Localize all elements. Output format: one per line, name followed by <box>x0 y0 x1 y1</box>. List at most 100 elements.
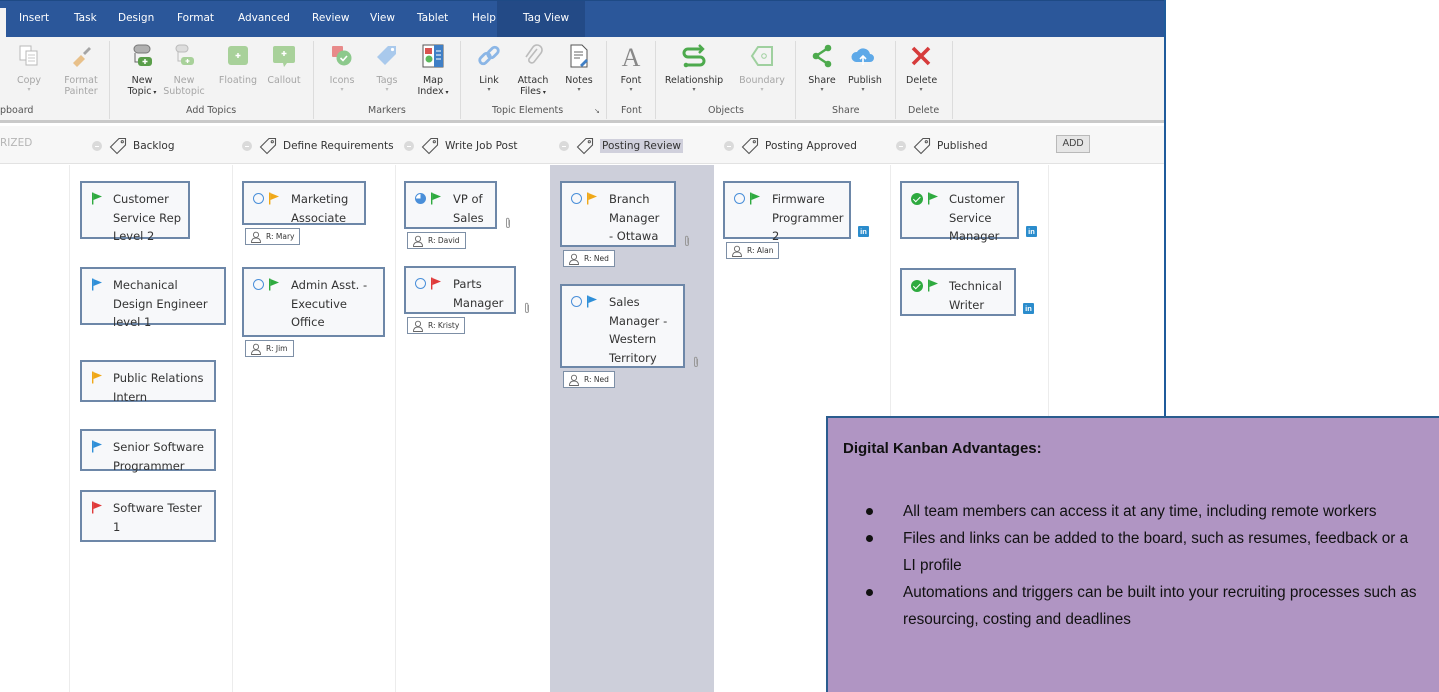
new-topic-icon <box>129 43 155 69</box>
tab-advanced[interactable]: Advanced <box>238 12 290 24</box>
card-markers <box>911 192 939 205</box>
kanban-card[interactable]: Marketing Associate <box>242 181 366 225</box>
group-label-clipboard: pboard <box>0 105 34 116</box>
kanban-card[interactable]: Public Relations Intern <box>80 360 216 404</box>
kanban-card[interactable]: Technical Writer <box>900 268 1016 316</box>
tab-format[interactable]: Format <box>177 12 214 24</box>
column-header-uncategorized[interactable]: RIZED <box>0 137 32 149</box>
card-markers <box>911 279 939 292</box>
collapse-icon[interactable] <box>724 141 734 151</box>
task-progress-empty-icon[interactable] <box>571 193 582 204</box>
kanban-card[interactable]: Customer Service Manager <box>900 181 1019 243</box>
share-icon <box>809 43 835 69</box>
kanban-card[interactable]: Branch Manager - Ottawa <box>560 181 676 247</box>
resource-tag[interactable]: R: Ned <box>563 371 615 388</box>
boundary-icon <box>749 43 775 69</box>
column-divider <box>395 165 396 692</box>
task-progress-empty-icon[interactable] <box>734 193 745 204</box>
attachment-paperclip-icon[interactable] <box>523 302 531 314</box>
kanban-card[interactable]: Software Tester 1 <box>80 490 216 542</box>
tab-tablet[interactable]: Tablet <box>417 12 448 24</box>
kanban-card[interactable]: Senior Software Programmer <box>80 429 216 473</box>
add-column-button[interactable]: ADD <box>1056 135 1090 153</box>
new-topic-button[interactable]: New Topic ▾ <box>122 43 162 98</box>
advantage-bullet: All team members can access it at any ti… <box>828 498 1418 525</box>
task-progress-empty-icon[interactable] <box>253 193 264 204</box>
resource-tag[interactable]: R: David <box>407 232 466 249</box>
share-button[interactable]: Share ▾ <box>806 43 838 94</box>
tab-review[interactable]: Review <box>312 12 349 24</box>
group-separator <box>109 41 110 119</box>
map-index-button[interactable]: Map Index ▾ <box>415 43 451 98</box>
copy-button[interactable]: Copy ▾ <box>14 43 44 94</box>
collapse-icon[interactable] <box>559 141 569 151</box>
tab-view[interactable]: View <box>370 12 395 24</box>
link-button[interactable]: Link ▾ <box>474 43 504 94</box>
dialog-launcher-icon[interactable]: ↘ <box>594 107 600 115</box>
card-title: VP of Sales <box>453 192 484 225</box>
tab-insert[interactable]: Insert <box>19 12 49 24</box>
task-progress-empty-icon[interactable] <box>571 296 582 307</box>
floating-topic-button[interactable]: Floating <box>216 43 260 86</box>
tab-design[interactable]: Design <box>118 12 154 24</box>
kanban-card[interactable]: Mechanical Design Engineer level 1 <box>80 267 226 329</box>
task-progress-empty-icon[interactable] <box>415 278 426 289</box>
task-complete-check-icon[interactable] <box>911 279 923 292</box>
ribbon: Copy ▾ Format Painter pboard New Topic ▾… <box>0 37 1164 123</box>
kanban-card[interactable]: Admin Asst. - Executive Office <box>242 267 385 337</box>
tag-icon <box>374 43 400 69</box>
icons-button[interactable]: Icons ▾ <box>326 43 358 94</box>
resource-tag[interactable]: R: Ned <box>563 250 615 267</box>
delete-button[interactable]: Delete ▾ <box>906 43 937 94</box>
task-complete-check-icon[interactable] <box>911 192 923 205</box>
new-subtopic-button[interactable]: New Subtopic <box>163 43 205 97</box>
attachment-paperclip-icon[interactable] <box>504 217 512 229</box>
publish-button[interactable]: Publish ▾ <box>848 43 882 94</box>
resource-tag[interactable]: R: Kristy <box>407 317 466 334</box>
resource-tag[interactable]: R: Jim <box>245 340 294 357</box>
collapse-icon[interactable] <box>242 141 252 151</box>
group-separator <box>952 41 953 119</box>
column-header-backlog[interactable]: Backlog <box>92 137 175 155</box>
relationship-button[interactable]: Relationship ▾ <box>664 43 724 94</box>
task-progress-75-icon[interactable] <box>415 193 426 204</box>
column-header-posting-review[interactable]: Posting Review <box>559 137 684 155</box>
kanban-card[interactable]: Parts Manager <box>404 266 516 314</box>
format-painter-button[interactable]: Format Painter <box>60 43 102 97</box>
task-progress-empty-icon[interactable] <box>253 279 264 290</box>
tab-tag-view[interactable]: Tag View <box>523 12 569 24</box>
tab-task[interactable]: Task <box>74 12 97 24</box>
kanban-card[interactable]: Customer Service Rep Level 2 <box>80 181 190 243</box>
collapse-icon[interactable] <box>896 141 906 151</box>
collapse-icon[interactable] <box>404 141 414 151</box>
kanban-card[interactable]: Firmware Programmer 2 <box>723 181 851 243</box>
linkedin-icon[interactable]: in <box>1026 226 1037 237</box>
column-header-define-requirements[interactable]: Define Requirements <box>242 137 394 155</box>
card-markers <box>415 192 442 205</box>
tab-help[interactable]: Help <box>472 12 496 24</box>
column-header-posting-approved[interactable]: Posting Approved <box>724 137 857 155</box>
attachment-paperclip-icon[interactable] <box>692 356 700 368</box>
priority-flag-icon <box>92 192 102 205</box>
column-header-write-job-post[interactable]: Write Job Post <box>404 137 518 155</box>
callout-button[interactable]: Callout <box>262 43 306 86</box>
collapse-icon[interactable] <box>92 141 102 151</box>
resource-tag[interactable]: R: Alan <box>726 242 780 259</box>
boundary-button[interactable]: Boundary ▾ <box>736 43 788 94</box>
font-button[interactable]: A Font ▾ <box>616 43 646 94</box>
column-header-published[interactable]: Published <box>896 137 988 155</box>
card-markers <box>734 192 761 205</box>
tag-icon <box>913 137 931 155</box>
attachment-paperclip-icon[interactable] <box>683 235 691 247</box>
tags-button[interactable]: Tags ▾ <box>372 43 402 94</box>
attach-files-button[interactable]: Attach Files ▾ <box>516 43 550 98</box>
linkedin-icon[interactable]: in <box>858 226 869 237</box>
resource-tag[interactable]: R: Mary <box>245 228 301 245</box>
tab-home-active[interactable] <box>0 8 6 38</box>
linkedin-icon[interactable]: in <box>1023 303 1034 314</box>
relationship-icon <box>681 43 707 69</box>
advantage-bullet: Automations and triggers can be built in… <box>828 579 1418 633</box>
kanban-card[interactable]: Sales Manager - Western Territory <box>560 284 685 368</box>
notes-button[interactable]: Notes ▾ <box>563 43 595 94</box>
kanban-card[interactable]: VP of Sales <box>404 181 497 229</box>
